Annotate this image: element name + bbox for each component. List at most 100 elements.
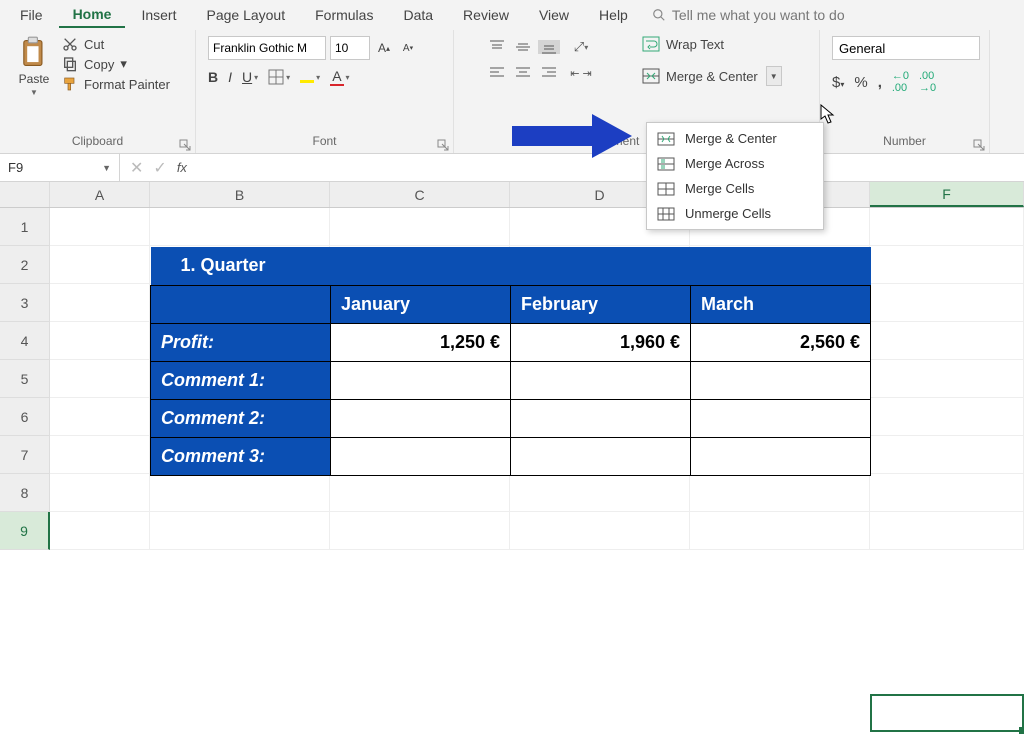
fx-button[interactable]: fx <box>177 160 187 175</box>
cell[interactable] <box>50 512 150 550</box>
tab-data[interactable]: Data <box>389 3 447 27</box>
indent-buttons[interactable]: ⇤ ⇥ <box>564 67 598 80</box>
cell[interactable] <box>50 398 150 436</box>
font-name-input[interactable] <box>208 36 326 60</box>
name-box[interactable]: F9 ▼ <box>0 154 120 181</box>
empty-cell[interactable] <box>691 437 871 475</box>
empty-cell[interactable] <box>331 437 511 475</box>
row-head-7[interactable]: 7 <box>0 436 50 474</box>
cell[interactable] <box>150 208 330 246</box>
empty-cell[interactable] <box>511 399 691 437</box>
col-head-f[interactable]: F <box>870 182 1024 207</box>
row-head-6[interactable]: 6 <box>0 398 50 436</box>
cell[interactable] <box>510 474 690 512</box>
tab-page-layout[interactable]: Page Layout <box>192 3 299 27</box>
align-middle-button[interactable] <box>512 40 534 54</box>
menu-merge-cells[interactable]: Merge Cells <box>647 176 823 201</box>
cell[interactable] <box>330 208 510 246</box>
comment-label[interactable]: Comment 3: <box>151 437 331 475</box>
cell[interactable] <box>690 512 870 550</box>
col-head-b[interactable]: B <box>150 182 330 207</box>
font-size-input[interactable] <box>330 36 370 60</box>
align-left-button[interactable] <box>486 66 508 80</box>
number-format-input[interactable] <box>832 36 980 60</box>
cell[interactable] <box>50 436 150 474</box>
cell[interactable] <box>50 322 150 360</box>
table-header-month[interactable]: March <box>691 285 871 323</box>
tab-help[interactable]: Help <box>585 3 642 27</box>
wrap-text-button[interactable]: Wrap Text <box>642 36 782 52</box>
cell[interactable] <box>870 398 1024 436</box>
comment-label[interactable]: Comment 2: <box>151 399 331 437</box>
cell[interactable] <box>50 474 150 512</box>
cell[interactable] <box>330 474 510 512</box>
clipboard-launcher[interactable] <box>179 138 191 150</box>
cell[interactable] <box>690 474 870 512</box>
merge-center-button[interactable]: Merge & Center ▼ <box>642 66 782 86</box>
align-top-button[interactable] <box>486 40 508 54</box>
select-all-corner[interactable] <box>0 182 50 207</box>
cell[interactable] <box>870 208 1024 246</box>
font-launcher[interactable] <box>437 138 449 150</box>
underline-button[interactable]: U▾ <box>242 69 258 85</box>
row-head-2[interactable]: 2 <box>0 246 50 284</box>
cancel-formula-button[interactable]: ✕ <box>130 158 143 178</box>
align-right-button[interactable] <box>538 66 560 80</box>
italic-button[interactable]: I <box>228 69 232 85</box>
formula-input[interactable] <box>197 154 1024 181</box>
number-launcher[interactable] <box>973 138 985 150</box>
enter-formula-button[interactable]: ✓ <box>153 158 166 178</box>
profit-value[interactable]: 1,250 € <box>331 323 511 361</box>
menu-merge-and-center[interactable]: Merge & Center <box>647 126 823 151</box>
empty-cell[interactable] <box>691 361 871 399</box>
increase-font-button[interactable]: A▴ <box>374 37 394 59</box>
profit-label[interactable]: Profit: <box>151 323 331 361</box>
accounting-format-button[interactable]: $▾ <box>832 74 844 91</box>
menu-merge-across[interactable]: Merge Across <box>647 151 823 176</box>
row-head-1[interactable]: 1 <box>0 208 50 246</box>
tab-file[interactable]: File <box>6 3 57 27</box>
cell[interactable] <box>150 474 330 512</box>
cell[interactable] <box>510 512 690 550</box>
col-head-c[interactable]: C <box>330 182 510 207</box>
col-head-a[interactable]: A <box>50 182 150 207</box>
comment-label[interactable]: Comment 1: <box>151 361 331 399</box>
tab-formulas[interactable]: Formulas <box>301 3 387 27</box>
font-color-button[interactable]: A▾ <box>330 68 349 86</box>
cell[interactable] <box>870 246 1024 284</box>
align-bottom-button[interactable] <box>538 40 560 54</box>
cell[interactable] <box>50 208 150 246</box>
paste-button[interactable]: Paste ▼ <box>12 36 56 97</box>
cell[interactable] <box>50 246 150 284</box>
align-center-button[interactable] <box>512 66 534 80</box>
cell[interactable] <box>50 284 150 322</box>
cell[interactable] <box>870 360 1024 398</box>
cell[interactable] <box>870 284 1024 322</box>
tell-me-search[interactable]: Tell me what you want to do <box>652 7 845 23</box>
table-title[interactable]: 1. Quarter <box>151 247 331 285</box>
row-head-3[interactable]: 3 <box>0 284 50 322</box>
empty-cell[interactable] <box>511 437 691 475</box>
empty-cell[interactable] <box>331 399 511 437</box>
empty-cell[interactable] <box>511 361 691 399</box>
percent-format-button[interactable]: % <box>854 74 867 91</box>
profit-value[interactable]: 2,560 € <box>691 323 871 361</box>
row-head-9[interactable]: 9 <box>0 512 50 550</box>
table-header-month[interactable]: February <box>511 285 691 323</box>
empty-cell[interactable] <box>691 399 871 437</box>
decrease-decimal-button[interactable]: .00→0 <box>919 70 936 94</box>
cell[interactable] <box>150 512 330 550</box>
fill-color-button[interactable]: ▾ <box>300 71 320 83</box>
spreadsheet-grid[interactable]: A B C D E F 123456789 1. Quarter January… <box>0 182 1024 550</box>
row-head-8[interactable]: 8 <box>0 474 50 512</box>
tab-view[interactable]: View <box>525 3 583 27</box>
cell[interactable] <box>50 360 150 398</box>
bold-button[interactable]: B <box>208 69 218 85</box>
empty-cell[interactable] <box>331 361 511 399</box>
tab-review[interactable]: Review <box>449 3 523 27</box>
format-painter-button[interactable]: Format Painter <box>62 76 170 92</box>
cell[interactable] <box>330 512 510 550</box>
borders-button[interactable]: ▾ <box>268 69 290 85</box>
comma-format-button[interactable]: , <box>878 74 882 91</box>
row-head-5[interactable]: 5 <box>0 360 50 398</box>
